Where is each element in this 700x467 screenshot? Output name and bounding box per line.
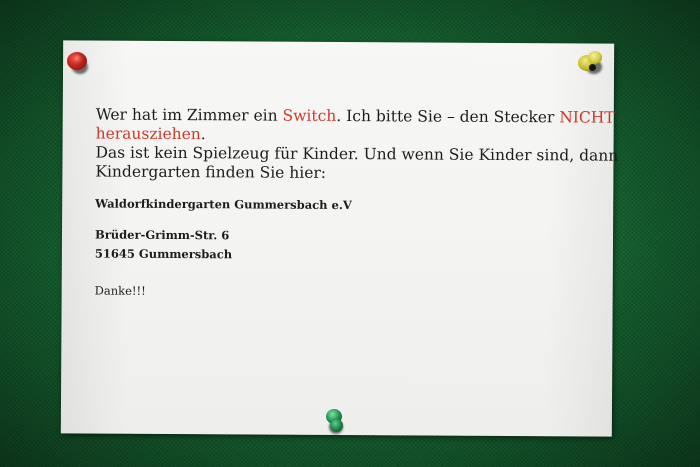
pin-green-icon [324, 408, 348, 436]
text-segment: . Ich bitte Sie – den Stecker [336, 106, 560, 127]
address-street: Brüder-Grimm-Str. 6 [94, 227, 230, 243]
text-segment: Wer hat im Zimmer ein [95, 105, 283, 125]
text-segment: . [200, 125, 206, 144]
thanks-text: Danke!!! [94, 283, 146, 298]
note-line-4: Kindergarten finden Sie hier: [95, 162, 327, 182]
pin-red-icon [66, 50, 92, 76]
highlight-herausziehen: herausziehen [95, 124, 201, 144]
paper-note: Wer hat im Zimmer ein Switch. Ich bitte … [60, 40, 619, 437]
highlight-switch: Switch [282, 106, 337, 125]
organization-name: Waldorfkindergarten Gummersbach e.V [95, 196, 352, 213]
pin-yellow-icon [576, 50, 606, 76]
highlight-nicht: NICHT [559, 108, 615, 127]
address-city: 51645 Gummersbach [94, 246, 233, 262]
note-text: Wer hat im Zimmer ein Switch. Ich bitte … [94, 105, 619, 302]
